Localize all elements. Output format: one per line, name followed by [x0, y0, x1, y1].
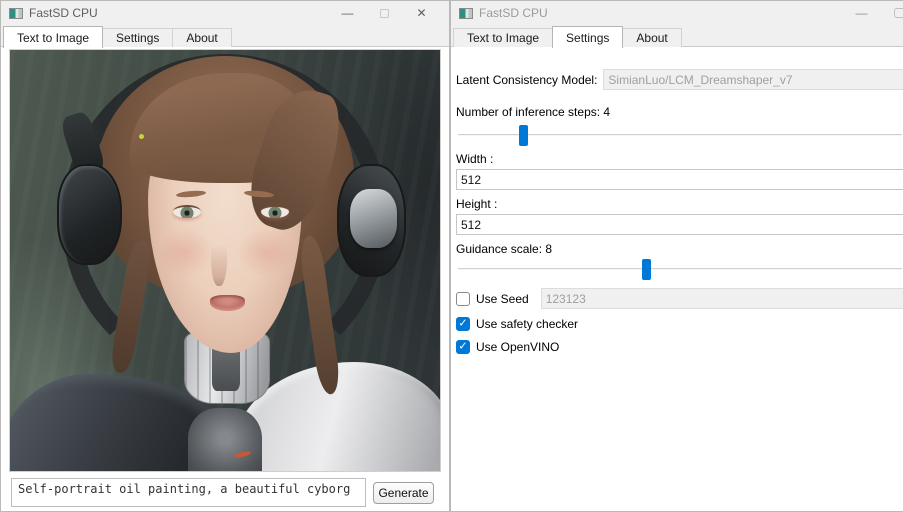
- window-title: FastSD CPU: [29, 6, 98, 20]
- guidance-scale-slider[interactable]: [456, 259, 903, 280]
- titlebar[interactable]: FastSD CPU — ✕: [1, 1, 449, 25]
- headphone-earcup-left: [57, 164, 122, 265]
- slider-handle[interactable]: [642, 259, 651, 280]
- minimize-icon: —: [342, 6, 354, 20]
- app-icon: [9, 8, 23, 19]
- settings-pane: Latent Consistency Model: Number of infe…: [451, 47, 903, 512]
- tab-text-to-image[interactable]: Text to Image: [3, 26, 103, 48]
- chest-plate: [188, 408, 261, 472]
- model-field[interactable]: [603, 69, 903, 90]
- slider-track[interactable]: [458, 268, 902, 270]
- tab-text-to-image[interactable]: Text to Image: [453, 28, 553, 47]
- text-to-image-pane: Generate: [1, 47, 449, 512]
- use-seed-label: Use Seed: [476, 292, 529, 306]
- slider-handle[interactable]: [519, 125, 528, 146]
- safety-checker-label: Use safety checker: [476, 317, 578, 331]
- height-input[interactable]: [456, 214, 903, 235]
- caption-buttons: —: [843, 1, 903, 25]
- openvino-label: Use OpenVINO: [476, 340, 559, 354]
- openvino-row[interactable]: ✓ Use OpenVINO: [456, 340, 903, 354]
- check-icon: ✓: [458, 317, 467, 330]
- inference-steps-slider[interactable]: [456, 125, 903, 146]
- height-row: [456, 214, 903, 235]
- tab-settings[interactable]: Settings: [552, 26, 623, 48]
- generate-button[interactable]: Generate: [373, 482, 434, 504]
- headphone-metal-detail: [350, 189, 397, 248]
- use-seed-row[interactable]: Use Seed: [456, 288, 903, 309]
- minimize-icon: —: [856, 6, 868, 20]
- nose: [211, 227, 226, 286]
- prompt-row: Generate: [11, 478, 443, 508]
- maximize-icon: [894, 8, 903, 18]
- close-button[interactable]: ✕: [403, 1, 440, 25]
- use-seed-checkbox[interactable]: [456, 292, 470, 306]
- close-icon: ✕: [416, 6, 426, 20]
- inference-steps-label: Number of inference steps: 4: [456, 105, 610, 119]
- titlebar[interactable]: FastSD CPU —: [451, 1, 903, 25]
- tab-bar: Text to Image Settings About: [451, 25, 903, 47]
- minimize-button[interactable]: —: [329, 1, 366, 25]
- generated-image: [9, 49, 441, 472]
- app-icon: [459, 8, 473, 19]
- eye-left: [173, 205, 201, 218]
- openvino-checkbox[interactable]: ✓: [456, 340, 470, 354]
- height-label: Height :: [456, 197, 497, 211]
- window-settings: FastSD CPU — Text to Image Settings Abou…: [450, 0, 903, 512]
- tab-about[interactable]: About: [172, 28, 231, 47]
- tab-about[interactable]: About: [622, 28, 681, 47]
- eye-right: [261, 205, 289, 218]
- maximize-button[interactable]: [880, 1, 903, 25]
- safety-checker-row[interactable]: ✓ Use safety checker: [456, 317, 903, 331]
- prompt-input[interactable]: [11, 478, 366, 507]
- tab-settings[interactable]: Settings: [102, 28, 173, 47]
- width-input[interactable]: [456, 169, 903, 190]
- maximize-icon: [380, 9, 389, 18]
- model-row: Latent Consistency Model:: [456, 69, 903, 90]
- check-icon: ✓: [458, 340, 467, 353]
- safety-checker-checkbox[interactable]: ✓: [456, 317, 470, 331]
- seed-input[interactable]: [541, 288, 903, 309]
- window-text-to-image: FastSD CPU — ✕ Text to Image Settings Ab…: [0, 0, 450, 512]
- minimize-button[interactable]: —: [843, 1, 880, 25]
- width-label: Width :: [456, 152, 493, 166]
- guidance-scale-label: Guidance scale: 8: [456, 242, 552, 256]
- tab-bar: Text to Image Settings About: [1, 25, 449, 47]
- maximize-button[interactable]: [366, 1, 403, 25]
- window-title: FastSD CPU: [479, 6, 548, 20]
- lips: [210, 295, 245, 311]
- model-label: Latent Consistency Model:: [456, 73, 597, 87]
- caption-buttons: — ✕: [329, 1, 440, 25]
- width-row: [456, 169, 903, 190]
